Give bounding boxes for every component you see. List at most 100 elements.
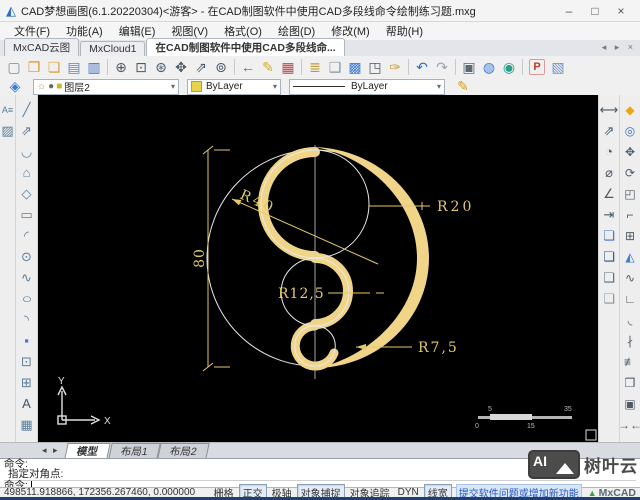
text-style-icon[interactable]: ≣: [305, 57, 325, 77]
chamfer-icon[interactable]: ∟: [620, 289, 640, 308]
tab-nav-controls[interactable]: ◂ ▸ ×: [602, 42, 636, 53]
image-insert-icon[interactable]: ▦: [17, 415, 37, 434]
break-icon[interactable]: ∤: [620, 331, 640, 350]
dim-angular-icon[interactable]: ∠: [599, 184, 619, 203]
spline-icon[interactable]: ∿: [17, 268, 37, 287]
undo-icon[interactable]: ↶: [412, 57, 432, 77]
open-folder-icon[interactable]: ❏: [44, 57, 64, 77]
format-painter-icon[interactable]: ✑: [385, 57, 405, 77]
open-drawing-icon[interactable]: ❐: [24, 57, 44, 77]
corner-grip[interactable]: [586, 430, 596, 440]
separator[interactable]: [301, 59, 302, 75]
point-icon[interactable]: ▪: [17, 331, 37, 350]
hatch-icon[interactable]: ▨: [1, 121, 15, 140]
layout-tab-nav[interactable]: ◂ ▸: [42, 445, 60, 456]
dim-diameter-icon[interactable]: ⌀: [599, 163, 619, 182]
dim-continue-icon[interactable]: ⇥: [599, 205, 619, 224]
separator[interactable]: [107, 59, 108, 75]
rectangle-icon[interactable]: ▭: [17, 205, 37, 224]
draworder-back-icon[interactable]: ❏: [599, 247, 619, 266]
dim-aligned-icon[interactable]: ⇗: [599, 121, 619, 140]
separator[interactable]: [455, 59, 456, 75]
zoom-object-icon[interactable]: ⊡: [131, 57, 151, 77]
trim-icon[interactable]: ≢: [620, 352, 640, 371]
right-toolbar-modify: ◆ ◎ ✥ ⟳ ◰ ⌐ ⊞ ◭ ∿ ∟ ◟ ∤ ≢ ❒ ▣ →←: [619, 95, 640, 442]
polyline-icon[interactable]: ⇗: [17, 121, 37, 140]
color-select[interactable]: ByLayer ▾: [187, 79, 281, 95]
svg-text:0: 0: [475, 423, 479, 430]
erase-icon[interactable]: ◆: [620, 100, 640, 119]
redline-pencil-icon[interactable]: ✎: [258, 57, 278, 77]
export-pdf-icon[interactable]: P: [529, 59, 545, 75]
join-icon[interactable]: →←: [620, 415, 640, 434]
layer-select[interactable]: ☼●■ 图层2 ▾: [33, 79, 179, 95]
dim-r125-label: R12,5: [278, 286, 325, 302]
draw-pencil-icon[interactable]: ✎: [453, 77, 473, 97]
dim-linear-icon[interactable]: ⟷: [599, 100, 619, 119]
print-icon[interactable]: ▣: [459, 57, 479, 77]
web-publish-icon[interactable]: ◍: [479, 57, 499, 77]
insert-image-icon[interactable]: ▧: [548, 57, 568, 77]
line-icon[interactable]: ╱: [17, 100, 37, 119]
arc-continue-icon[interactable]: ◝: [17, 310, 37, 329]
linetype-select[interactable]: ByLayer ▾: [289, 79, 445, 95]
tab-document[interactable]: 在CAD制图软件中使用CAD多段线命...: [146, 38, 344, 56]
window-title: CAD梦想画图(6.1.20220304)<游客> - 在CAD制图软件中使用C…: [21, 3, 556, 19]
layers-stack-icon[interactable]: ◈: [5, 77, 25, 97]
maximize-button[interactable]: □: [582, 4, 608, 18]
minimize-button[interactable]: –: [556, 4, 582, 18]
block-insert-icon[interactable]: ⊡: [17, 352, 37, 371]
arc-icon[interactable]: ◡: [17, 142, 37, 161]
draworder-above-icon[interactable]: ❏: [599, 268, 619, 287]
block-create-icon[interactable]: ⊞: [17, 373, 37, 392]
polygon-edit-icon[interactable]: ◇: [17, 184, 37, 203]
rotate-icon[interactable]: ⟳: [620, 163, 640, 182]
close-button[interactable]: ×: [608, 4, 634, 18]
measure-icon[interactable]: ⇗: [191, 57, 211, 77]
view-back-icon[interactable]: ←: [238, 57, 258, 77]
watermark-brand: 树叶云: [584, 452, 638, 477]
fillet-icon[interactable]: ◟: [620, 310, 640, 329]
mirror-icon[interactable]: ◭: [620, 247, 640, 266]
select-icon[interactable]: ◳: [365, 57, 385, 77]
move-icon[interactable]: ✥: [620, 142, 640, 161]
layout-tab-1[interactable]: 布局1: [108, 443, 160, 459]
dim-radius-icon[interactable]: ◔: [599, 142, 619, 161]
arc-3point-icon[interactable]: ◜: [17, 226, 37, 245]
array-icon[interactable]: ⊞: [620, 226, 640, 245]
zoom-window-icon[interactable]: ⊕: [111, 57, 131, 77]
separator[interactable]: [234, 59, 235, 75]
save-icon[interactable]: ▤: [64, 57, 84, 77]
ellipse-icon[interactable]: ○: [13, 289, 40, 308]
save-as-icon[interactable]: ▥: [84, 57, 104, 77]
drawing-canvas[interactable]: 80 R40 R20 R12,5 R7,5: [38, 95, 598, 442]
menu-help[interactable]: 帮助(H): [378, 22, 431, 40]
spline-edit-icon[interactable]: ∿: [620, 268, 640, 287]
draworder-below-icon[interactable]: ❏: [599, 289, 619, 308]
pan-icon[interactable]: ✥: [171, 57, 191, 77]
zoom-extents-icon[interactable]: ⊛: [151, 57, 171, 77]
layout-tab-model[interactable]: 模型: [64, 443, 110, 459]
boundary-icon[interactable]: ▣: [620, 394, 640, 413]
copy-icon[interactable]: ◎: [620, 121, 640, 140]
offset-icon[interactable]: ⌐: [620, 205, 640, 224]
draworder-front-icon[interactable]: ❏: [599, 226, 619, 245]
separator[interactable]: [408, 59, 409, 75]
layer-manager-icon[interactable]: ❑: [325, 57, 345, 77]
color-table-icon[interactable]: ▦: [278, 57, 298, 77]
text-icon[interactable]: A: [17, 394, 37, 413]
layer-properties-icon[interactable]: ▩: [345, 57, 365, 77]
new-file-icon[interactable]: ▢: [4, 57, 24, 77]
web-share-icon[interactable]: ◉: [499, 57, 519, 77]
circle-icon[interactable]: ⊙: [17, 247, 37, 266]
tab-mxcloud1[interactable]: MxCloud1: [80, 41, 145, 56]
zoom-center-icon[interactable]: ⊚: [211, 57, 231, 77]
scale-icon[interactable]: ◰: [620, 184, 640, 203]
polygon-icon[interactable]: ⌂: [17, 163, 37, 182]
tab-mxcad-cloud[interactable]: MxCAD云图: [4, 38, 79, 56]
separator[interactable]: [522, 59, 523, 75]
box-3d-icon[interactable]: ❒: [620, 373, 640, 392]
layout-tab-2[interactable]: 布局2: [158, 443, 210, 459]
mtext-icon[interactable]: A≡: [1, 100, 15, 119]
redo-icon[interactable]: ↷: [432, 57, 452, 77]
